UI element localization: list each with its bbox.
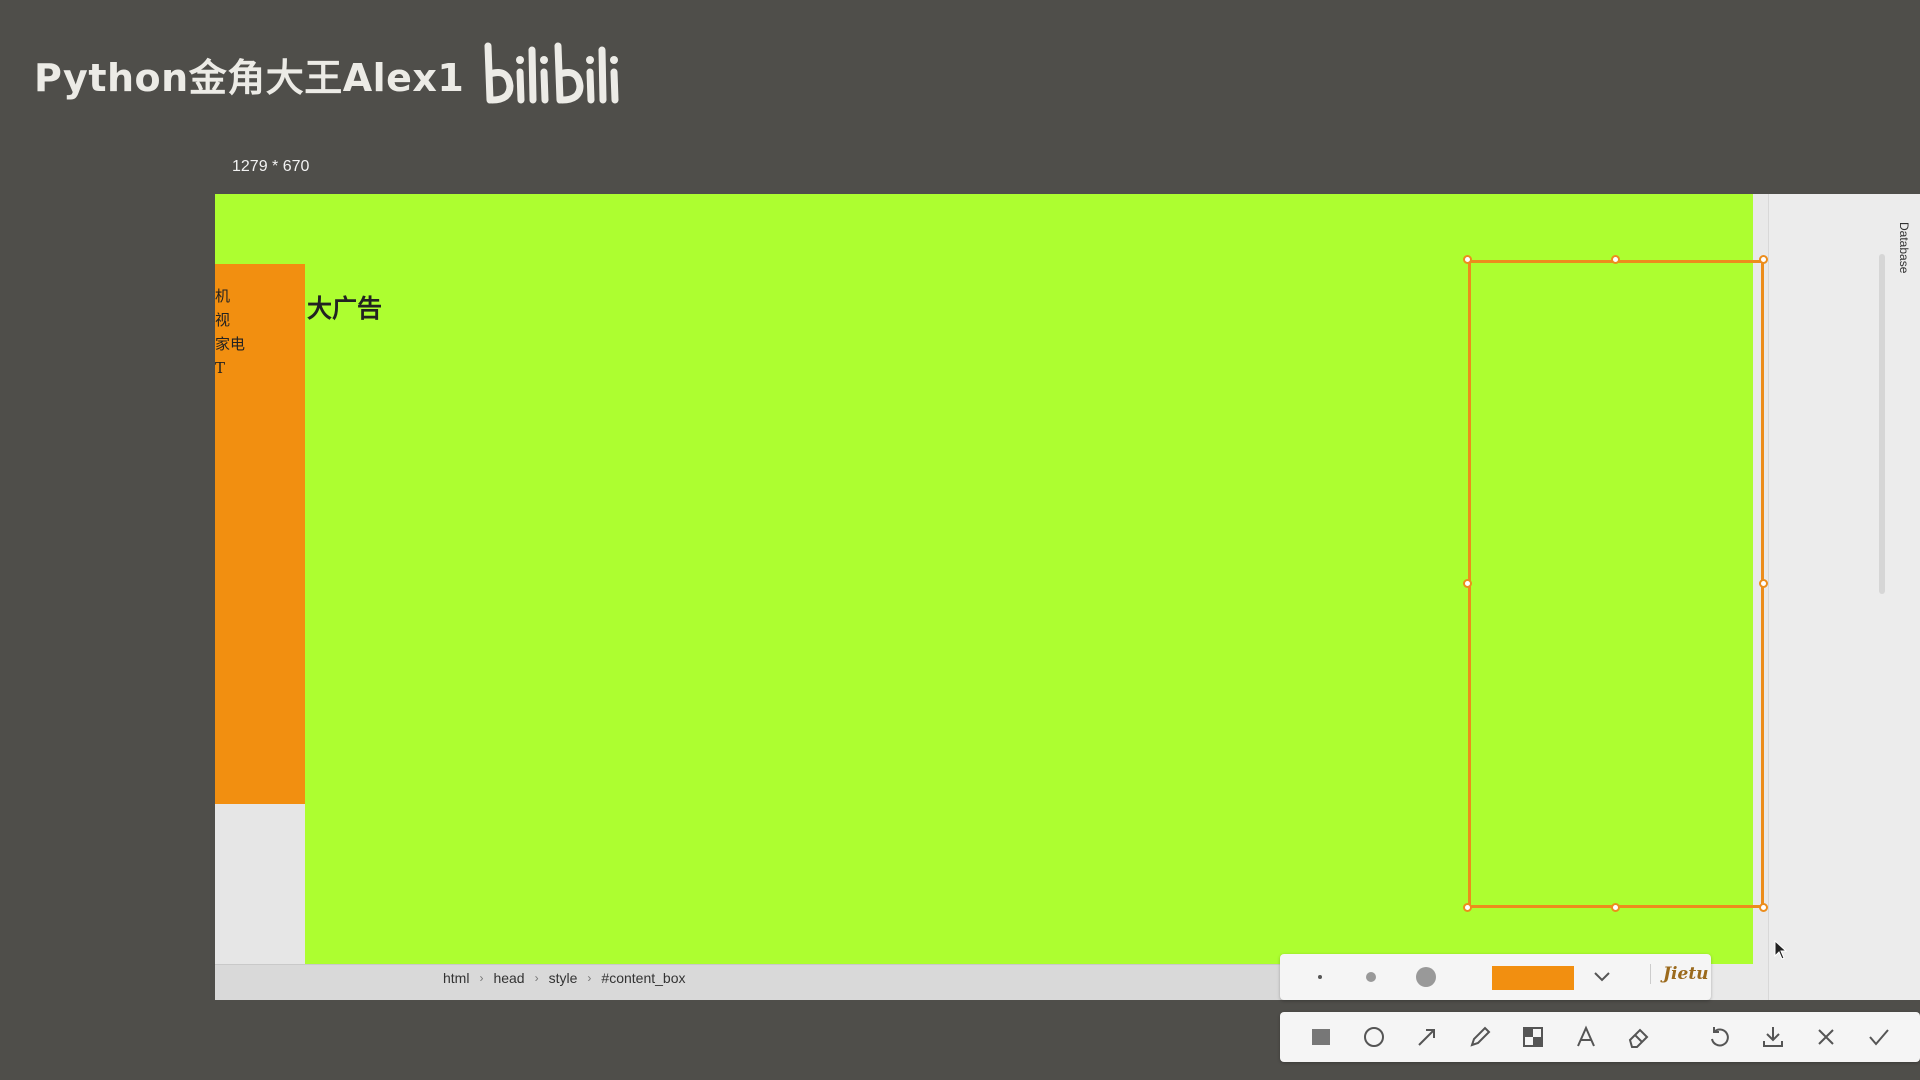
resize-handle[interactable] xyxy=(1463,903,1472,912)
annotation-toolbar xyxy=(1280,1012,1920,1062)
close-icon[interactable] xyxy=(1813,1024,1839,1050)
menu-item[interactable]: 机 xyxy=(215,284,305,308)
jietu-brand: Jietu xyxy=(1650,964,1709,984)
bilibili-logo xyxy=(484,42,619,104)
text-icon[interactable] xyxy=(1573,1024,1599,1050)
resize-handle[interactable] xyxy=(1759,903,1768,912)
chevron-right-icon: › xyxy=(534,971,539,985)
channel-watermark: Python金角大王Alex1 xyxy=(34,42,620,104)
annotation-rectangle[interactable] xyxy=(1468,260,1764,908)
category-menu-list: 机 视 家电 T xyxy=(215,284,305,380)
menu-filler xyxy=(215,804,305,964)
resize-handle[interactable] xyxy=(1611,903,1620,912)
resize-handle[interactable] xyxy=(1759,579,1768,588)
breadcrumb-item[interactable]: #content_box xyxy=(601,970,685,986)
watermark-title: Python金角大王Alex1 xyxy=(34,55,465,100)
chevron-right-icon: › xyxy=(587,971,592,985)
resize-handle[interactable] xyxy=(1463,255,1472,264)
menu-item[interactable]: 家电 xyxy=(215,332,305,356)
breadcrumb-item[interactable]: head xyxy=(493,970,524,986)
brush-size-medium[interactable] xyxy=(1366,972,1376,982)
mosaic-icon[interactable] xyxy=(1520,1024,1546,1050)
ellipse-icon[interactable] xyxy=(1361,1024,1387,1050)
resize-handle[interactable] xyxy=(1463,579,1472,588)
color-picker-swatch[interactable] xyxy=(1492,966,1574,990)
brush-size-small[interactable] xyxy=(1318,975,1322,979)
status-bar xyxy=(215,964,1285,1000)
undo-icon[interactable] xyxy=(1707,1024,1733,1050)
resize-handle[interactable] xyxy=(1611,255,1620,264)
database-tab[interactable]: Database xyxy=(1897,222,1911,273)
menu-item[interactable]: 视 xyxy=(215,308,305,332)
scrollbar[interactable] xyxy=(1879,254,1885,594)
chevron-down-icon[interactable] xyxy=(1590,964,1614,988)
mouse-cursor-icon xyxy=(1774,940,1788,960)
download-icon[interactable] xyxy=(1760,1024,1786,1050)
capture-dimensions: 1279 * 670 xyxy=(232,158,310,175)
breadcrumb-item[interactable]: html xyxy=(443,970,469,986)
annotation-options-bar: Jietu xyxy=(1280,954,1711,1000)
ad-heading: 大广告 xyxy=(307,294,383,323)
confirm-icon[interactable] xyxy=(1866,1024,1892,1050)
arrow-icon[interactable] xyxy=(1414,1024,1440,1050)
pencil-icon[interactable] xyxy=(1467,1024,1493,1050)
resize-handle[interactable] xyxy=(1759,255,1768,264)
capture-region[interactable]: 机 视 家电 T 大广告 Database xyxy=(215,194,1920,1000)
breadcrumb-item[interactable]: style xyxy=(549,970,578,986)
breadcrumb: html › head › style › #content_box xyxy=(443,970,685,986)
rectangle-icon[interactable] xyxy=(1308,1024,1334,1050)
menu-item[interactable]: T xyxy=(215,356,305,380)
brush-size-large[interactable] xyxy=(1416,967,1436,987)
ide-side-panel xyxy=(1768,194,1920,1000)
chevron-right-icon: › xyxy=(479,971,484,985)
eraser-icon[interactable] xyxy=(1626,1024,1652,1050)
